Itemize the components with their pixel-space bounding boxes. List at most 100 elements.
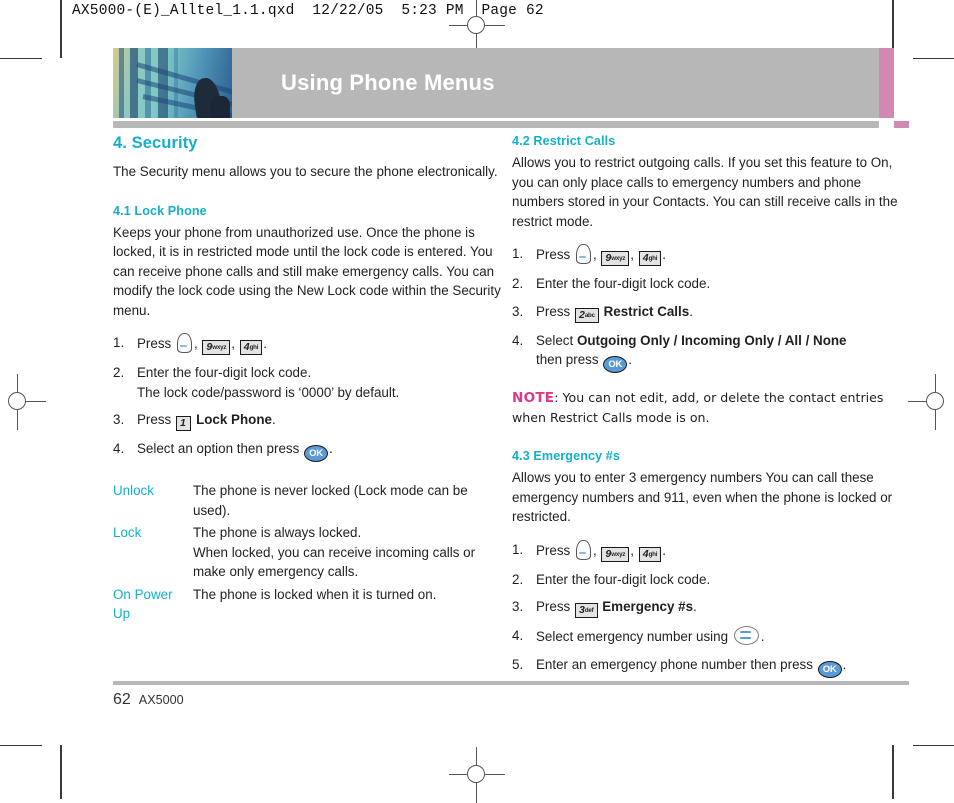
- step-line-2: then press OK.: [536, 350, 900, 373]
- step-pre-text: Select emergency number using: [536, 629, 729, 644]
- ok-key-icon: OK: [304, 445, 329, 462]
- step-post-text: .: [329, 441, 333, 456]
- crop-line-right-bottom: [913, 745, 954, 746]
- lock-phone-steps: 1. Press , 9wxyz, 4ghi. 2. Enter the fou…: [113, 333, 501, 462]
- banner-underline: [113, 121, 879, 128]
- step-text: Enter an emergency phone number then pre…: [536, 655, 900, 678]
- key-4-icon: 4ghi: [638, 251, 662, 266]
- step-text: Select an option then press OK.: [137, 439, 501, 462]
- navigation-key-icon: [733, 626, 759, 645]
- step-post-text: .: [689, 303, 693, 319]
- reg-ring: [8, 392, 26, 410]
- option-term-lock: Lock: [113, 525, 142, 540]
- step-item: 2. Enter the four-digit lock code. The l…: [113, 363, 501, 402]
- step-post-text: .: [263, 336, 267, 351]
- step-number: 2.: [512, 571, 524, 587]
- step-text: Enter the four-digit lock code.: [536, 276, 711, 291]
- step-pre-text: Press: [536, 303, 571, 319]
- step-post-text: .: [760, 629, 765, 644]
- restrict-calls-body-text: Allows you to restrict outgoing calls. I…: [512, 155, 898, 229]
- step-bold-term: Emergency #s: [602, 599, 694, 614]
- option-desc-on-power-up: The phone is locked when it is turned on…: [193, 586, 437, 602]
- registration-mark-right: [908, 374, 954, 430]
- step-text: Press , 9wxyz, 4ghi.: [536, 244, 900, 266]
- footer-model-name: AX5000: [138, 693, 184, 707]
- step-item: 1. Press , 9wxyz, 4ghi.: [113, 333, 501, 355]
- security-intro-text: The Security menu allows you to secure t…: [113, 164, 498, 179]
- step-item: 3. Press 2abc Restrict Calls.: [512, 302, 900, 323]
- banner-accent-bar: [879, 48, 894, 118]
- list-item: Unlock The phone is never locked (Lock m…: [113, 481, 501, 520]
- step-pre-text: Press: [536, 542, 571, 558]
- step-number: 2.: [113, 365, 125, 380]
- step-item: 5. Enter an emergency phone number then …: [512, 655, 900, 678]
- key-9-icon: 9wxyz: [601, 251, 630, 266]
- step-post-text: .: [842, 656, 847, 672]
- emergency-body-text: Allows you to enter 3 emergency numbers …: [512, 470, 893, 524]
- emergency-steps: 1. Press , 9wxyz, 4ghi. 2. Enter the fou…: [512, 539, 900, 678]
- step-item: 4. Select emergency number using .: [512, 626, 900, 647]
- step-item: 4. Select an option then press OK.: [113, 439, 501, 462]
- section-title-security: 4. Security: [113, 134, 198, 152]
- page-footer: 62 AX5000: [113, 691, 184, 709]
- step-number: 1.: [113, 335, 125, 350]
- step-pre-text: Press: [536, 599, 571, 614]
- note-block: NOTE: You can not edit, add, or delete t…: [512, 388, 900, 427]
- step-pre-text: Enter an emergency phone number then pre…: [536, 656, 813, 672]
- step-post-text: .: [271, 412, 276, 427]
- step-text: Press 2abc Restrict Calls.: [536, 302, 900, 323]
- key-9-icon: 9wxyz: [202, 340, 231, 355]
- step-text: Press 1 Lock Phone.: [137, 410, 501, 431]
- step-text: Enter the four-digit lock code.: [536, 571, 711, 587]
- option-desc-lock: The phone is always locked. When locked,…: [193, 523, 501, 582]
- footer-page-number: 62: [113, 691, 131, 708]
- step-post-text: .: [628, 352, 632, 367]
- list-item: Lock The phone is always locked. When lo…: [113, 523, 501, 582]
- step-text: Press , 9wxyz, 4ghi.: [137, 333, 501, 355]
- lock-phone-body-text: Keeps your phone from unauthorized use. …: [113, 224, 501, 318]
- step-bold-options: Outgoing Only / Incoming Only / All / No…: [576, 332, 847, 348]
- step-number: 1.: [512, 246, 524, 261]
- lock-options-list: Unlock The phone is never locked (Lock m…: [113, 481, 501, 624]
- list-item: On Power Up The phone is locked when it …: [113, 585, 501, 624]
- reg-ring: [926, 392, 944, 410]
- step-text: Select emergency number using .: [536, 626, 900, 647]
- step-item: 1. Press , 9wxyz, 4ghi.: [512, 539, 900, 562]
- footer-rule: [113, 681, 909, 685]
- step-item: 2. Enter the four-digit lock code.: [512, 570, 900, 590]
- key-3-icon: 3def: [574, 603, 598, 618]
- key-4-icon: 4ghi: [239, 340, 263, 355]
- step-number: 3.: [512, 303, 524, 319]
- step-number: 1.: [512, 541, 524, 557]
- option-desc-unlock: The phone is never locked (Lock mode can…: [193, 483, 468, 518]
- option-term-on-power-up: On Power Up: [113, 586, 173, 622]
- banner-underline-accent: [894, 121, 909, 128]
- step-pre-text: Press: [137, 336, 172, 351]
- step-item: 1. Press , 9wxyz, 4ghi.: [512, 244, 900, 266]
- crop-line-left-bottom: [0, 745, 42, 746]
- right-column: 4.2 Restrict Calls Allows you to restric…: [512, 134, 900, 686]
- left-column: 4. Security The Security menu allows you…: [113, 134, 501, 686]
- soft-key-icon: [176, 333, 192, 353]
- restrict-calls-steps: 1. Press , 9wxyz, 4ghi. 2. Enter the fou…: [512, 244, 900, 373]
- step-post-text: .: [662, 542, 666, 558]
- step-item: 3. Press 3def Emergency #s.: [512, 597, 900, 618]
- banner-bar: Using Phone Menus: [232, 48, 879, 118]
- step-number: 5.: [512, 656, 524, 672]
- step-post-text: .: [662, 247, 666, 262]
- step-number: 3.: [512, 599, 524, 614]
- step-item: 3. Press 1 Lock Phone.: [113, 410, 501, 431]
- ok-key-icon: OK: [603, 356, 628, 373]
- option-term-unlock: Unlock: [113, 483, 154, 498]
- step-text: Enter the four-digit lock code. The lock…: [137, 363, 501, 402]
- note-text: : You can not edit, add, or delete the c…: [512, 390, 884, 425]
- subsection-title-lock-phone: 4.1 Lock Phone: [113, 203, 207, 218]
- step-number: 4.: [113, 441, 125, 456]
- step-number: 2.: [512, 276, 524, 291]
- step-bold-term: Lock Phone: [196, 412, 272, 427]
- subsection-title-emergency: 4.3 Emergency #s: [512, 449, 621, 463]
- step-number: 4.: [512, 628, 524, 643]
- step-bold-term: Restrict Calls: [603, 303, 690, 319]
- note-label: NOTE: [512, 390, 555, 406]
- option-desc-line-1: The phone is always locked.: [193, 525, 362, 540]
